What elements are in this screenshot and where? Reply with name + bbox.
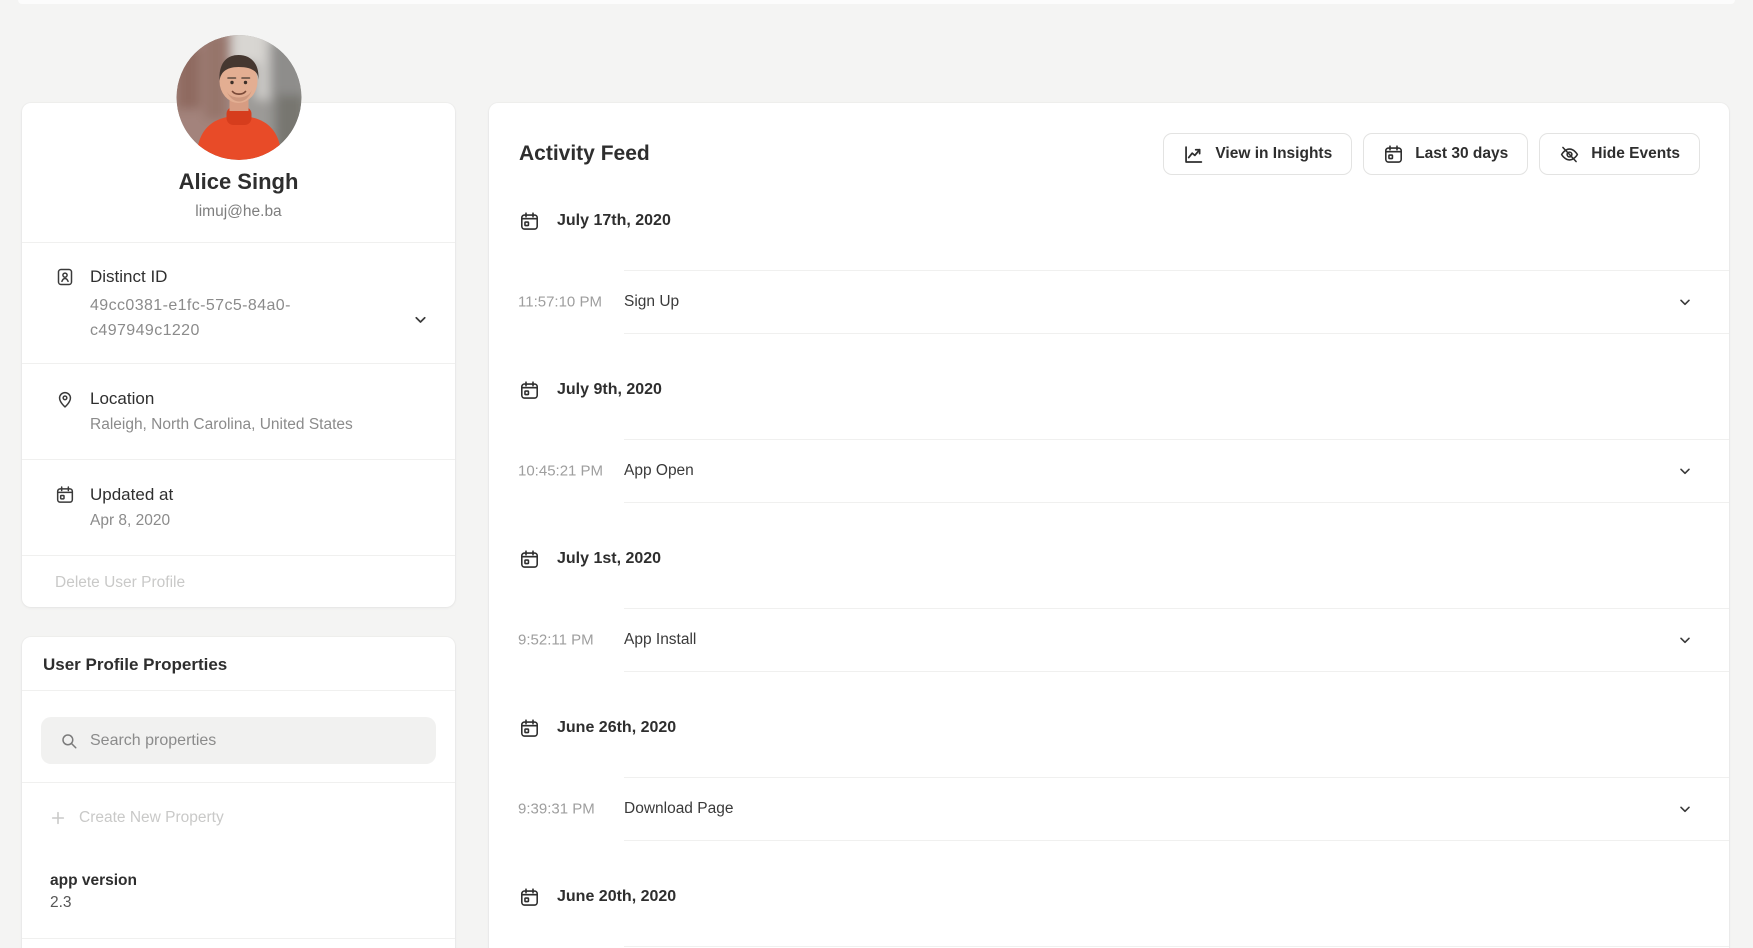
calendar-icon (519, 887, 540, 908)
event-name: App Open (624, 462, 694, 480)
location-label: Location (90, 388, 407, 410)
event-time: 10:45:21 PM (518, 463, 603, 480)
updated-at-label: Updated at (90, 484, 407, 506)
updated-at-row: Updated at Apr 8, 2020 (22, 460, 455, 556)
calendar-icon (519, 211, 540, 232)
feed-date-header: July 1st, 2020 (519, 542, 1729, 576)
eye-off-icon (1559, 144, 1580, 165)
feed-date-label: June 26th, 2020 (557, 719, 676, 737)
divider (624, 502, 1729, 503)
event-row[interactable]: 9:39:31 PM Download Page (489, 778, 1729, 840)
event-time: 9:52:11 PM (518, 632, 594, 649)
user-profile-properties-card: User Profile Properties Create New Prope… (22, 637, 455, 948)
delete-user-profile-button[interactable]: Delete User Profile (55, 574, 185, 591)
feed-date-header: June 20th, 2020 (519, 880, 1729, 914)
location-row: Location Raleigh, North Carolina, United… (22, 364, 455, 460)
avatar (176, 35, 301, 160)
distinct-id-label: Distinct ID (90, 266, 407, 288)
event-row[interactable]: 11:57:10 PM Sign Up (489, 271, 1729, 333)
chevron-down-icon[interactable] (412, 311, 429, 328)
profile-email: limuj@he.ba (38, 202, 439, 222)
event-name: Sign Up (624, 293, 679, 311)
event-time: 9:39:31 PM (518, 801, 595, 818)
event-time: 11:57:10 PM (518, 294, 602, 311)
feed-date-label: July 9th, 2020 (557, 381, 662, 399)
location-value: Raleigh, North Carolina, United States (90, 414, 407, 435)
chevron-down-icon[interactable] (1677, 801, 1693, 817)
feed-date-group: July 9th, 2020 10:45:21 PM App Open (489, 373, 1729, 503)
hide-events-button[interactable]: Hide Events (1539, 133, 1700, 175)
property-item[interactable]: app version 2.3 (22, 870, 455, 914)
feed-date-header: June 26th, 2020 (519, 711, 1729, 745)
activity-feed-actions: View in Insights Last 30 days Hide Event… (1163, 133, 1700, 175)
plus-icon (50, 810, 66, 826)
search-properties-input[interactable] (90, 717, 436, 764)
feed-date-group: June 26th, 2020 9:39:31 PM Download Page (489, 711, 1729, 841)
feed-date-label: July 17th, 2020 (557, 212, 671, 230)
search-properties-box[interactable] (41, 717, 436, 764)
feed-date-label: July 1st, 2020 (557, 550, 661, 568)
calendar-icon (519, 380, 540, 401)
feed-date-group: July 1st, 2020 9:52:11 PM App Install (489, 542, 1729, 672)
feed-date-header: July 9th, 2020 (519, 373, 1729, 407)
updated-at-value: Apr 8, 2020 (90, 510, 407, 531)
search-icon (60, 732, 78, 750)
line-chart-icon (1183, 144, 1204, 165)
feed-date-group: June 20th, 2020 (489, 880, 1729, 947)
activity-feed-card: Activity Feed View in Insights Last 30 d… (489, 103, 1729, 948)
profile-name: Alice Singh (38, 168, 439, 196)
divider (624, 946, 1729, 947)
user-profile-card: Alice Singh limuj@he.ba Distinct ID 49cc… (22, 103, 455, 607)
activity-feed-list: July 17th, 2020 11:57:10 PM Sign Up July… (489, 204, 1729, 947)
divider (624, 840, 1729, 841)
create-new-property-label: Create New Property (79, 807, 224, 829)
calendar-icon (1383, 144, 1404, 165)
event-name: Download Page (624, 800, 733, 818)
divider (624, 333, 1729, 334)
property-value: 2.3 (50, 892, 455, 914)
calendar-icon (55, 485, 75, 505)
feed-date-header: July 17th, 2020 (519, 204, 1729, 238)
chevron-down-icon[interactable] (1677, 463, 1693, 479)
property-name: app version (50, 870, 455, 892)
id-card-icon (55, 267, 75, 287)
delete-user-profile-row: Delete User Profile (22, 556, 455, 611)
view-in-insights-label: View in Insights (1215, 145, 1332, 163)
distinct-id-value-line1: 49cc0381-e1fc-57c5-84a0- (90, 297, 291, 314)
feed-date-group: July 17th, 2020 11:57:10 PM Sign Up (489, 204, 1729, 334)
create-new-property-button[interactable]: Create New Property (22, 783, 455, 829)
chevron-down-icon[interactable] (1677, 632, 1693, 648)
top-edge-white-sliver (18, 0, 1735, 4)
view-in-insights-button[interactable]: View in Insights (1163, 133, 1352, 175)
event-name: App Install (624, 631, 696, 649)
location-pin-icon (55, 389, 75, 409)
hide-events-label: Hide Events (1591, 145, 1680, 163)
distinct-id-value-line2: c497949c1220 (90, 322, 200, 339)
event-row[interactable]: 9:52:11 PM App Install (489, 609, 1729, 671)
divider (22, 938, 455, 939)
properties-title: User Profile Properties (22, 637, 455, 691)
feed-date-label: June 20th, 2020 (557, 888, 676, 906)
last-30-days-label: Last 30 days (1415, 145, 1508, 163)
distinct-id-row: Distinct ID 49cc0381-e1fc-57c5-84a0- c49… (22, 243, 455, 364)
chevron-down-icon[interactable] (1677, 294, 1693, 310)
calendar-icon (519, 549, 540, 570)
calendar-icon (519, 718, 540, 739)
last-30-days-button[interactable]: Last 30 days (1363, 133, 1528, 175)
distinct-id-value: 49cc0381-e1fc-57c5-84a0- c497949c1220 (90, 293, 407, 343)
divider (624, 671, 1729, 672)
event-row[interactable]: 10:45:21 PM App Open (489, 440, 1729, 502)
activity-feed-title: Activity Feed (519, 142, 650, 166)
